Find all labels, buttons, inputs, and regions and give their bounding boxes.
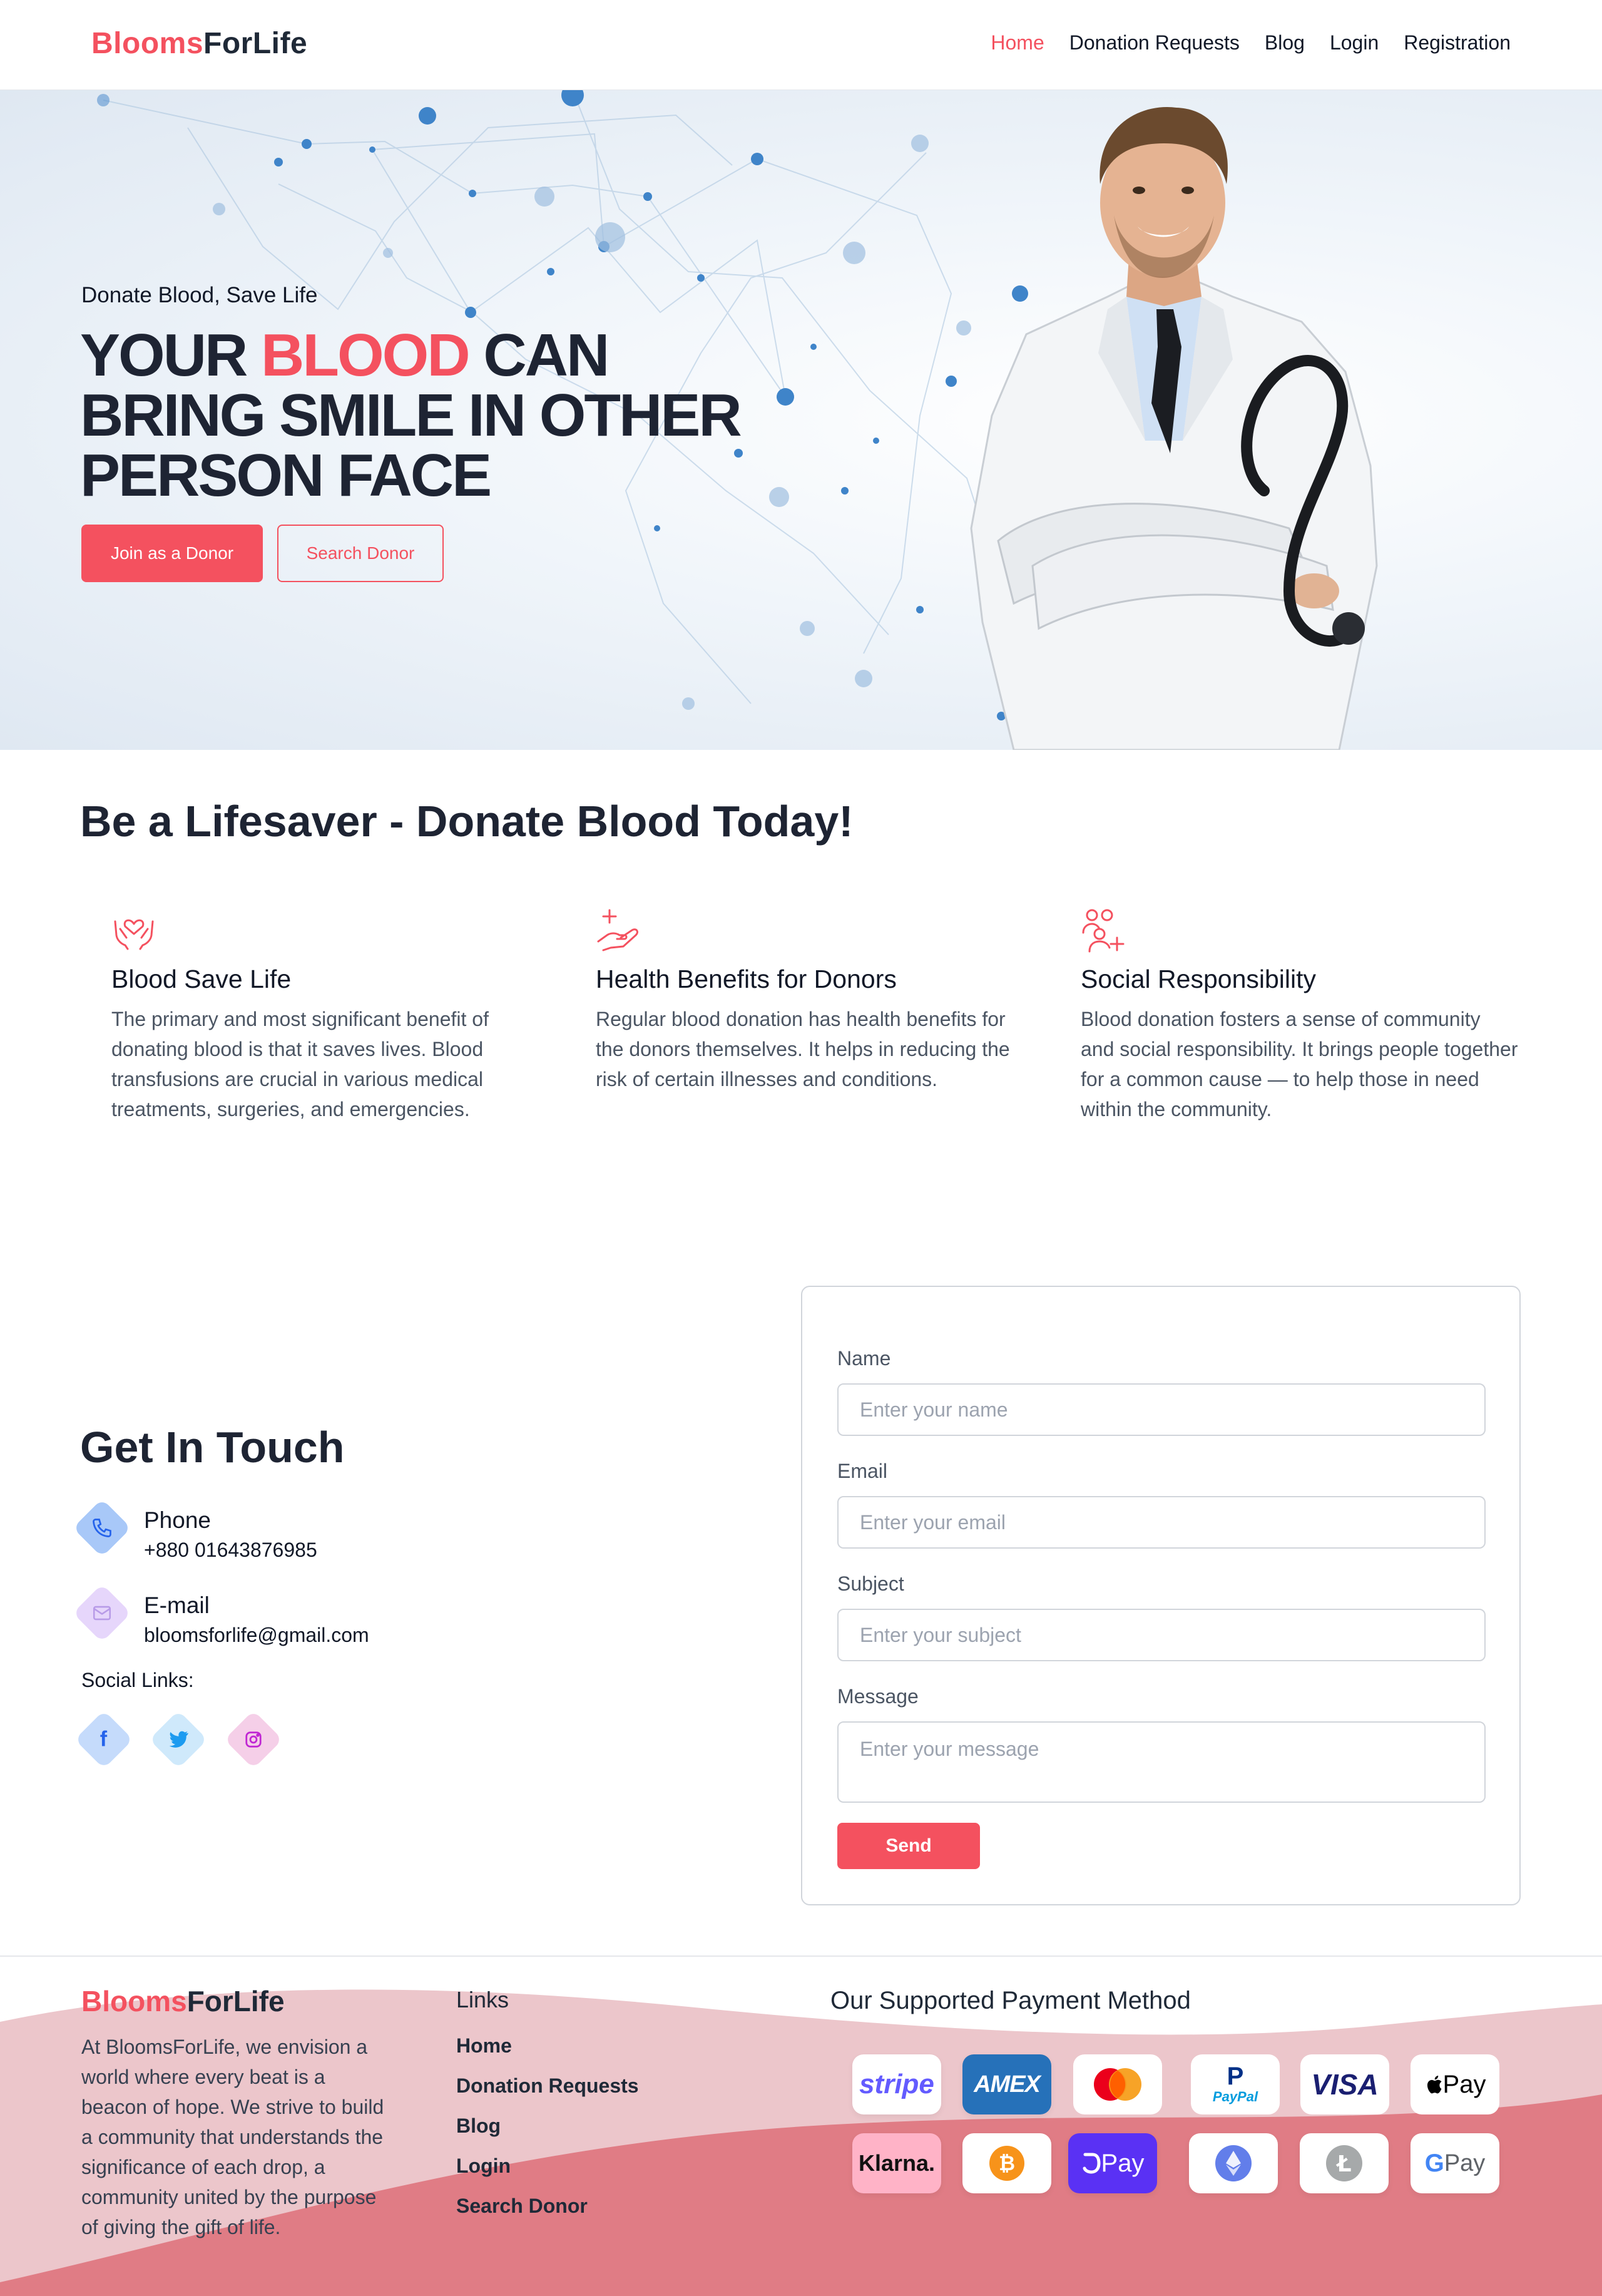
- hand-plus-icon: [597, 909, 638, 951]
- name-label: Name: [837, 1347, 891, 1370]
- benefit-title: Social Responsibility: [1081, 965, 1317, 993]
- email-field-label: Email: [837, 1460, 888, 1482]
- hero-headline-pre: YOUR: [80, 322, 262, 389]
- footer-logo-part1: Blooms: [81, 1985, 187, 2017]
- footer-link-login[interactable]: Login: [456, 2155, 639, 2195]
- hero-headline-highlight: BLOOD: [261, 322, 471, 389]
- heart-hands-icon: [114, 919, 154, 950]
- phone-value[interactable]: +880 01643876985: [144, 1539, 317, 1562]
- join-as-donor-button[interactable]: Join as a Donor: [81, 525, 263, 582]
- benefit-card-health-benefits: Health Benefits for Donors Regular blood…: [596, 908, 1034, 1094]
- contact-title: Get In Touch: [80, 1423, 345, 1472]
- footer-link-blog[interactable]: Blog: [456, 2114, 639, 2155]
- litecoin-logo: Ł: [1300, 2133, 1389, 2193]
- svg-text:₿: ₿: [999, 2151, 1015, 2175]
- google-pay-logo: G Pay: [1411, 2133, 1499, 2193]
- message-textarea[interactable]: [837, 1721, 1486, 1803]
- email-label: E-mail: [144, 1592, 210, 1618]
- amex-logo: AMEX: [962, 2054, 1051, 2114]
- nav-login[interactable]: Login: [1330, 31, 1379, 54]
- nav-registration[interactable]: Registration: [1404, 31, 1511, 54]
- bitcoin-logo: ₿: [962, 2133, 1051, 2193]
- email-value[interactable]: bloomsforlife@gmail.com: [144, 1624, 369, 1647]
- apple-pay-logo: Pay: [1411, 2054, 1499, 2114]
- message-label: Message: [837, 1685, 919, 1708]
- footer-logo[interactable]: BloomsForLife: [81, 1984, 285, 2018]
- contact-form: Name Email Subject Message Send: [801, 1286, 1521, 1905]
- ethereum-logo: [1189, 2133, 1278, 2193]
- doctor-illustration: [970, 107, 1378, 750]
- footer-logo-part2: ForLife: [186, 1985, 285, 2017]
- nav-home[interactable]: Home: [991, 31, 1044, 54]
- email-input[interactable]: [837, 1496, 1486, 1549]
- benefit-title: Health Benefits for Donors: [596, 965, 897, 993]
- benefit-text: The primary and most significant benefit…: [111, 1008, 489, 1120]
- phone-label: Phone: [144, 1507, 211, 1533]
- brand-logo-part2: ForLife: [203, 27, 308, 60]
- mail-icon: [73, 1584, 131, 1643]
- paypal-logo: P PayPal: [1191, 2054, 1280, 2114]
- footer-about-text: At BloomsForLife, we envision a world wh…: [81, 2036, 384, 2238]
- hero-headline: YOUR BLOOD CAN BRING SMILE IN OTHER PERS…: [80, 325, 800, 506]
- svg-text:Ł: Ł: [1335, 2151, 1351, 2177]
- footer-link-donation-requests[interactable]: Donation Requests: [456, 2074, 639, 2114]
- benefit-text: Regular blood donation has health benefi…: [596, 1008, 1010, 1090]
- mastercard-logo: [1073, 2054, 1162, 2114]
- hero-tagline: Donate Blood, Save Life: [81, 283, 318, 307]
- search-donor-button[interactable]: Search Donor: [277, 525, 444, 582]
- payment-methods-title: Our Supported Payment Method: [830, 1987, 1191, 2014]
- main-nav: Home Donation Requests Blog Login Regist…: [991, 31, 1511, 54]
- benefit-card-blood-save-life: Blood Save Life The primary and most sig…: [111, 908, 549, 1124]
- benefit-card-social-responsibility: Social Responsibility Blood donation fos…: [1081, 908, 1519, 1124]
- footer-link-home[interactable]: Home: [456, 2034, 639, 2074]
- hero-section: Donate Blood, Save Life YOUR BLOOD CAN B…: [0, 90, 1602, 750]
- klarna-logo: Klarna.: [852, 2133, 941, 2193]
- footer-links-list: Home Donation Requests Blog Login Search…: [456, 2034, 639, 2235]
- subject-label: Subject: [837, 1572, 904, 1595]
- footer: BloomsForLife At BloomsForLife, we envis…: [0, 1955, 1602, 2296]
- contact-phone: Phone +880 01643876985: [73, 1499, 317, 1562]
- people-plus-icon: [1082, 909, 1125, 953]
- facebook-icon[interactable]: f: [74, 1710, 133, 1769]
- nav-donation-requests[interactable]: Donation Requests: [1069, 31, 1240, 54]
- contact-email: E-mail bloomsforlife@gmail.com: [73, 1584, 369, 1647]
- footer-link-search-donor[interactable]: Search Donor: [456, 2195, 639, 2235]
- visa-logo: VISA: [1300, 2054, 1389, 2114]
- benefit-text: Blood donation fosters a sense of commun…: [1081, 1008, 1518, 1120]
- brand-logo[interactable]: BloomsForLife: [91, 26, 307, 61]
- twitter-icon[interactable]: [149, 1710, 208, 1769]
- brand-logo-part1: Blooms: [91, 27, 204, 60]
- benefits-title: Be a Lifesaver - Donate Blood Today!: [80, 797, 854, 846]
- social-links-label: Social Links:: [81, 1669, 194, 1691]
- footer-links-title: Links: [456, 1987, 509, 2012]
- nav-blog[interactable]: Blog: [1265, 31, 1305, 54]
- benefit-title: Blood Save Life: [111, 965, 292, 993]
- navbar: BloomsForLife Home Donation Requests Blo…: [0, 0, 1602, 90]
- send-button[interactable]: Send: [837, 1823, 980, 1869]
- instagram-icon[interactable]: [224, 1710, 283, 1769]
- name-input[interactable]: [837, 1383, 1486, 1436]
- subject-input[interactable]: [837, 1609, 1486, 1661]
- phone-icon: [73, 1499, 131, 1557]
- shop-pay-logo: Pay: [1068, 2133, 1157, 2193]
- stripe-logo: stripe: [852, 2054, 941, 2114]
